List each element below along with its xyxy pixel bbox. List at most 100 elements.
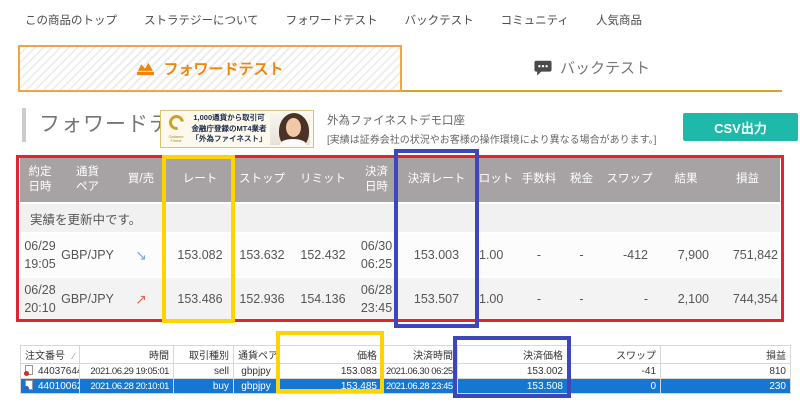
nav-item-back-test[interactable]: バックテスト [405, 12, 474, 28]
close-rate-cell: 153.003 [398, 232, 475, 276]
time-cell: 2021.06.28 20:10:01 [80, 379, 174, 394]
top-nav: この商品のトップ ストラテジーについて フォワードテスト バックテスト コミュニ… [25, 12, 642, 28]
profit-cell: 230 [661, 379, 791, 394]
col-order-profit[interactable]: 損益 [661, 346, 791, 364]
account-info: 外為ファイネストデモ口座 [実績は証券会社の状況やお客様の操作環境により異なる場… [327, 112, 656, 146]
csv-export-button[interactable]: CSV出力 [683, 113, 798, 141]
swap-cell: - [602, 276, 657, 320]
result-cell: 2,100 [657, 276, 715, 320]
col-swap: スワップ [602, 157, 657, 202]
banner-line-2: 金融庁登録のMT4業者 [192, 124, 267, 133]
nav-item-strategy[interactable]: ストラテジーについて [144, 12, 259, 28]
close-rate-cell: 153.507 [398, 276, 475, 320]
sort-icon: ∕ [65, 351, 75, 361]
forward-row: 06/28 20:10 GBP/JPY ↗ 153.486 152.936 15… [20, 276, 780, 320]
forward-results-table: 約定日時 通貨ペア 買/売 レート ストップ リミット 決済日時 決済レート ロ… [20, 157, 780, 320]
test-tabs: フォワードテスト バックテスト [18, 45, 782, 92]
nav-item-product-top[interactable]: この商品のトップ [25, 12, 117, 28]
nav-item-popular[interactable]: 人気商品 [596, 12, 642, 28]
col-close-datetime: 決済日時 [355, 157, 398, 202]
direction-cell: ↘ [115, 232, 167, 276]
nav-item-community[interactable]: コミュニティ [501, 12, 569, 28]
tax-cell: - [561, 276, 602, 320]
order-row-selected[interactable]: 44010062 2021.06.28 20:10:01 buy gbpjpy … [21, 379, 791, 394]
order-no-cell: 44037644 [21, 364, 80, 379]
nav-item-forward-test[interactable]: フォワードテスト [286, 12, 378, 28]
limit-cell: 152.432 [291, 232, 355, 276]
pair-cell: GBP/JPY [60, 276, 115, 320]
result-cell: 7,900 [657, 232, 715, 276]
broker-logo-icon: Gaitame Finest [164, 115, 188, 143]
account-disclaimer: [実績は証券会社の状況やお客様の操作環境により異なる場合があります。] [327, 131, 656, 146]
sell-order-doc-icon [25, 365, 33, 375]
swap-cell: 0 [568, 379, 661, 394]
close-price-cell: 153.508 [458, 379, 568, 394]
profit-cell: 751,842 [715, 232, 780, 276]
col-stop: ストップ [233, 157, 291, 202]
broker-brand-text: Gaitame Finest [164, 135, 188, 143]
order-row[interactable]: 44037644 2021.06.29 19:05:01 sell gbpjpy… [21, 364, 791, 379]
col-time[interactable]: 時間 [80, 346, 174, 364]
direction-cell: ↗ [115, 276, 167, 320]
forward-row: 06/29 19:05 GBP/JPY ↘ 153.082 153.632 15… [20, 232, 780, 276]
banner-line-1: 1,000通貨から取引可 [193, 113, 264, 122]
tax-cell: - [561, 232, 602, 276]
col-rate: レート [167, 157, 233, 202]
commission-cell: - [517, 232, 561, 276]
col-close-time[interactable]: 決済時間 [382, 346, 458, 364]
open-datetime-cell: 06/29 19:05 [20, 232, 60, 276]
account-name: 外為ファイネストデモ口座 [327, 112, 656, 128]
col-order-swap[interactable]: スワップ [568, 346, 661, 364]
col-close-rate: 決済レート [398, 157, 475, 202]
stop-cell: 152.936 [233, 276, 291, 320]
close-price-cell: 153.002 [458, 364, 568, 379]
price-cell: 153.485 [279, 379, 382, 394]
close-datetime-cell: 06/28 23:45 [355, 276, 398, 320]
col-price[interactable]: 価格 [279, 346, 382, 364]
broker-ad-banner[interactable]: Gaitame Finest 1,000通貨から取引可 金融庁登録のMT4業者 … [160, 110, 314, 148]
close-datetime-cell: 06/30 06:25 [355, 232, 398, 276]
pair-cell: GBP/JPY [60, 232, 115, 276]
buy-order-doc-icon [25, 380, 33, 390]
profit-cell: 810 [661, 364, 791, 379]
area-chart-icon [136, 61, 155, 76]
pair-cell: gbpjpy [234, 379, 279, 394]
price-cell: 153.083 [279, 364, 382, 379]
col-pair: 通貨ペア [60, 157, 115, 202]
swap-cell: -412 [602, 232, 657, 276]
time-cell: 2021.06.29 19:05:01 [80, 364, 174, 379]
col-result: 結果 [657, 157, 715, 202]
profit-cell: 744,354 [715, 276, 780, 320]
tab-back-label: バックテスト [560, 57, 650, 78]
speech-bubble-icon [534, 60, 552, 76]
col-limit: リミット [291, 157, 355, 202]
banner-line-3: 「外為ファイネスト」 [192, 134, 267, 143]
tab-forward-test[interactable]: フォワードテスト [18, 45, 402, 92]
order-no-cell: 44010062 [21, 379, 80, 394]
sell-arrow-icon: ↘ [135, 247, 147, 263]
status-message: 実績を更新中です。 [20, 202, 780, 232]
col-trade-type[interactable]: 取引種別 [174, 346, 234, 364]
banner-copy: 1,000通貨から取引可 金融庁登録のMT4業者 「外為ファイネスト」 [188, 113, 270, 145]
model-photo [270, 113, 310, 145]
forward-header-row: 約定日時 通貨ペア 買/売 レート ストップ リミット 決済日時 決済レート ロ… [20, 157, 780, 202]
order-history-table: 注文番号∕ 時間 取引種別 通貨ペア 価格 決済時間 決済価格 スワップ 損益 … [20, 345, 791, 394]
tab-forward-label: フォワードテスト [163, 58, 283, 79]
tab-back-test[interactable]: バックテスト [402, 45, 782, 92]
col-open-datetime: 約定日時 [20, 157, 60, 202]
commission-cell: - [517, 276, 561, 320]
swap-cell: -41 [568, 364, 661, 379]
lot-cell: 1.00 [475, 276, 517, 320]
col-close-price[interactable]: 決済価格 [458, 346, 568, 364]
open-datetime-cell: 06/28 20:10 [20, 276, 60, 320]
col-order-no[interactable]: 注文番号∕ [21, 346, 80, 364]
stop-cell: 153.632 [233, 232, 291, 276]
rate-cell: 153.486 [167, 276, 233, 320]
col-commission: 手数料 [517, 157, 561, 202]
pair-cell: gbpjpy [234, 364, 279, 379]
status-row: 実績を更新中です。 [20, 202, 780, 232]
lot-cell: 1.00 [475, 232, 517, 276]
limit-cell: 154.136 [291, 276, 355, 320]
type-cell: buy [174, 379, 234, 394]
col-order-pair[interactable]: 通貨ペア [234, 346, 279, 364]
